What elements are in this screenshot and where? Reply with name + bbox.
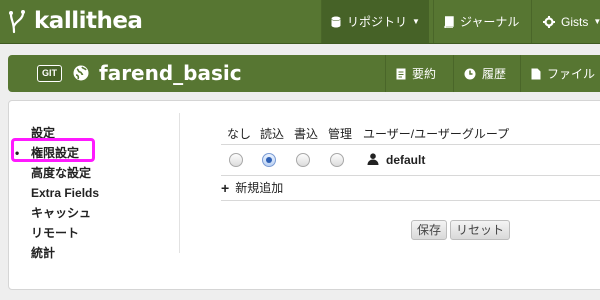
repository-header: GIT farend_basic 要約 履歴 ファイル xyxy=(8,55,600,92)
logo[interactable]: kallithea xyxy=(8,7,143,35)
sidebar-item-remote[interactable]: リモート xyxy=(31,223,99,243)
globe-icon xyxy=(73,65,89,84)
nav-repositories-label: リポジトリ xyxy=(347,15,408,29)
radio-read[interactable] xyxy=(262,153,276,167)
repo-type-badge: GIT xyxy=(37,65,62,82)
save-button[interactable]: 保存 xyxy=(411,220,448,240)
database-icon xyxy=(331,16,341,28)
plus-icon: + xyxy=(221,179,230,196)
reset-button[interactable]: リセット xyxy=(450,220,511,240)
settings-panel: 設定 権限設定 高度な設定 Extra Fields キャッシュ リモート 統計… xyxy=(8,100,600,290)
logo-text: kallithea xyxy=(34,8,143,34)
radio-admin[interactable] xyxy=(330,153,344,167)
summary-label: 要約 xyxy=(412,67,437,81)
column-header-write: 書込 xyxy=(294,127,319,141)
add-new-link[interactable]: + 新規追加 xyxy=(221,179,283,196)
column-header-admin: 管理 xyxy=(328,127,353,141)
table-row: default xyxy=(221,151,600,171)
sidebar-item-statistics[interactable]: 統計 xyxy=(31,243,99,263)
history-button[interactable]: 履歴 xyxy=(453,55,516,92)
table-divider xyxy=(221,200,600,201)
permissions-table: なし 読込 書込 管理 ユーザー/ユーザーグループ default + 新規追加 xyxy=(221,125,600,201)
chevron-down-icon: ▼ xyxy=(593,17,600,26)
column-header-none: なし xyxy=(227,127,252,141)
files-button[interactable]: ファイル xyxy=(520,55,600,92)
table-divider xyxy=(221,175,600,176)
history-label: 履歴 xyxy=(482,67,507,81)
kallithea-logo-icon xyxy=(9,10,25,34)
summary-button[interactable]: 要約 xyxy=(385,55,446,92)
chevron-down-icon: ▼ xyxy=(412,17,420,26)
panel-divider xyxy=(179,113,180,253)
radio-write[interactable] xyxy=(296,153,310,167)
radio-none[interactable] xyxy=(229,153,243,167)
permissions-header-row: なし 読込 書込 管理 ユーザー/ユーザーグループ xyxy=(221,125,600,145)
nav-repositories[interactable]: リポジトリ ▼ xyxy=(322,0,429,43)
sidebar-item-advanced[interactable]: 高度な設定 xyxy=(31,163,99,183)
column-header-user-group: ユーザー/ユーザーグループ xyxy=(363,127,510,141)
nav-journal-label: ジャーナル xyxy=(460,15,520,29)
highlight-box xyxy=(11,138,95,162)
column-header-read: 読込 xyxy=(260,127,285,141)
nav-gists[interactable]: Gists ▼ xyxy=(534,0,600,43)
top-navbar: kallithea リポジトリ ▼ ジャーナル Gists ▼ xyxy=(0,0,600,44)
nav-divider xyxy=(531,0,532,43)
table-divider xyxy=(221,144,600,145)
gear-icon xyxy=(543,15,555,28)
user-name: default xyxy=(386,153,426,167)
book-icon xyxy=(443,15,454,28)
nav-journal[interactable]: ジャーナル xyxy=(434,0,528,43)
add-new-label: 新規追加 xyxy=(235,181,284,195)
sidebar-item-extra-fields[interactable]: Extra Fields xyxy=(31,183,99,203)
repository-name[interactable]: farend_basic xyxy=(99,61,242,85)
user-icon xyxy=(367,153,379,168)
file-icon xyxy=(531,68,541,80)
sidebar-item-caches[interactable]: キャッシュ xyxy=(31,203,99,223)
files-label: ファイル xyxy=(547,67,596,81)
clock-icon xyxy=(464,68,476,80)
nav-gists-label: Gists xyxy=(561,14,589,29)
document-icon xyxy=(396,68,406,80)
